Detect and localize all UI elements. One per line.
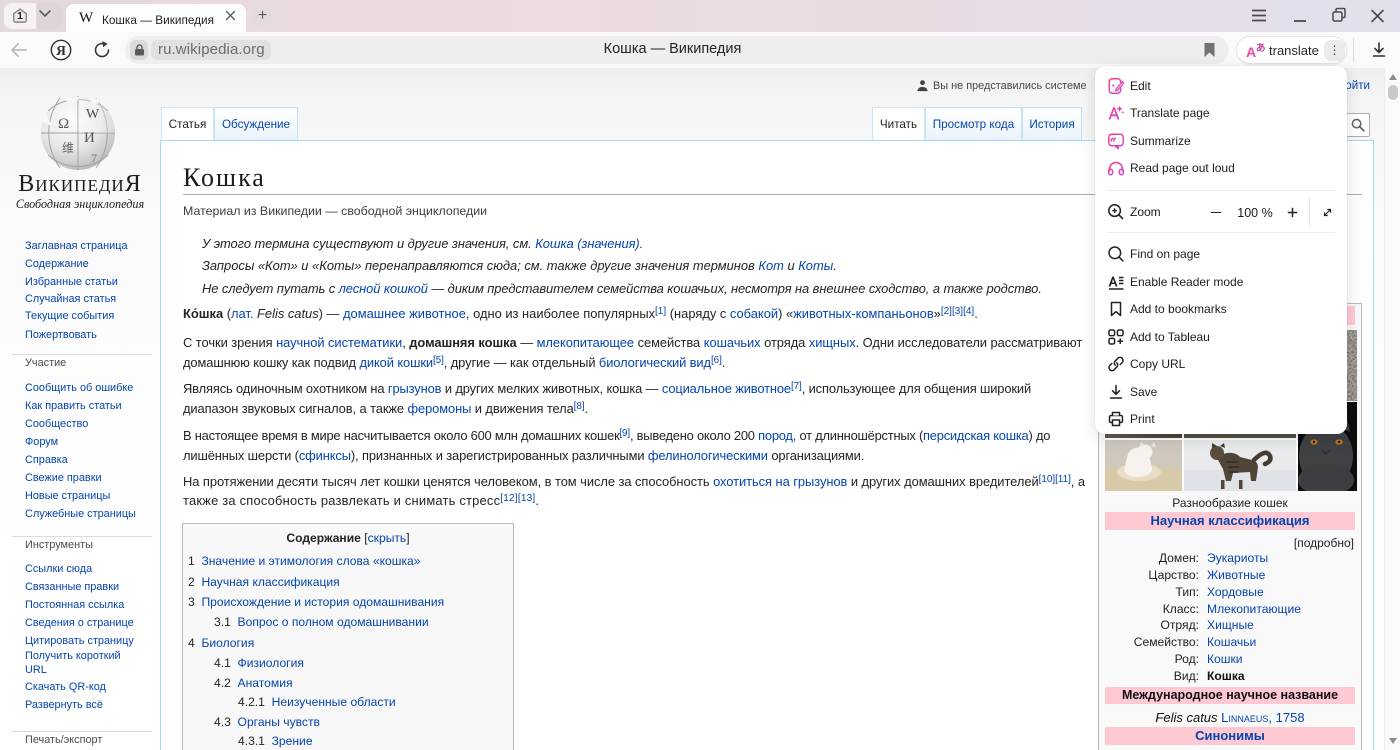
svg-text:维: 维 bbox=[62, 141, 74, 155]
svg-text:7: 7 bbox=[91, 151, 97, 165]
svg-text:A: A bbox=[1246, 44, 1256, 60]
svg-text:Ω: Ω bbox=[58, 116, 69, 132]
svg-text:И: И bbox=[84, 130, 95, 146]
svg-text:Я: Я bbox=[56, 43, 66, 58]
svg-text:あ: あ bbox=[1256, 42, 1266, 54]
svg-text:W: W bbox=[86, 107, 100, 122]
